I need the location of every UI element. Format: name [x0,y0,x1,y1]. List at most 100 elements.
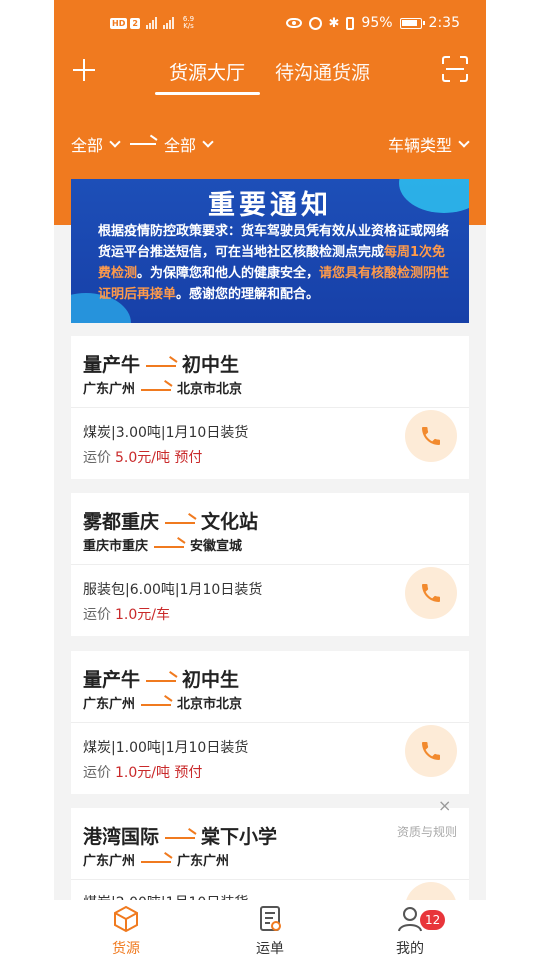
destination-city: 安徽宣城 [190,539,243,554]
nav-label: 货源 [112,941,140,957]
destination-filter-label: 全部 [164,136,197,155]
route-cities: 广东广州 北京市北京 [83,693,242,712]
scan-icon-corner [460,74,468,82]
route-main: 雾都重庆 文化站 [83,507,258,534]
origin-filter-label: 全部 [71,136,104,155]
origin-name: 雾都重庆 [83,511,160,533]
freight-label: 运价 [83,450,111,466]
box-icon [114,905,138,933]
origin-name: 量产牛 [83,354,141,376]
goods-info: 煤炭|3.00吨|1月10日装货 [83,425,249,441]
origin-name: 量产牛 [83,669,141,691]
goods-info: 煤炭|1.00吨|1月10日装货 [83,740,249,756]
destination-city: 广东广州 [177,854,230,869]
bluetooth-icon: ✱ [328,15,340,31]
scan-icon-corner [460,56,468,64]
status-right: ✱ 95% 2:35 [285,15,460,31]
cargo-card[interactable]: 量产牛 初中生 广东广州 北京市北京 煤炭|1.00吨|1月10日装货 运价 1.… [71,651,469,794]
close-icon[interactable]: × [438,796,451,815]
scan-icon-corner [442,74,450,82]
phone-icon [422,584,440,602]
destination-filter[interactable]: 全部 [164,132,214,156]
net-speed: 6.9 K/s [183,16,194,30]
eye-icon [285,18,302,28]
notification-badge: 12 [420,910,446,930]
arrow-icon [141,860,172,863]
goods-info: 服装包|6.00吨|1月10日装货 [83,582,263,598]
route-cities: 广东广州 北京市北京 [83,378,242,397]
route-cities: 广东广州 广东广州 [83,850,229,869]
net-speed-unit: K/s [183,22,194,30]
phone-icon [422,742,440,760]
origin-filter[interactable]: 全部 [71,132,121,156]
destination-city: 北京市北京 [177,697,243,712]
divider [71,407,469,408]
divider [71,722,469,723]
call-button[interactable] [405,410,457,462]
tab-pending-cargo[interactable]: 待沟通货源 [275,58,370,85]
notice-title: 重要通知 [208,190,332,221]
scan-icon [442,56,450,64]
arrow-icon [146,364,177,367]
bottom-nav: 货源 运单 12 我的 [54,900,486,960]
freight-price: 1.0元/车 [115,607,170,623]
call-button[interactable] [405,725,457,777]
divider [71,879,469,880]
cargo-card[interactable]: 雾都重庆 文化站 重庆市重庆 安徽宣城 服装包|6.00吨|1月10日装货 运价… [71,493,469,636]
destination-name: 文化站 [201,511,259,533]
freight-label: 运价 [83,765,111,781]
chevron-down-icon [202,136,214,148]
arrow-icon [146,679,177,682]
important-notice-banner[interactable]: 重要通知 根据疫情防控政策要求：货车驾驶员凭有效从业资格证或网络货运平台推送短信… [71,179,469,323]
filter-bar: 全部 全部 车辆类型 [54,128,486,158]
destination-city: 北京市北京 [177,382,243,397]
battery-icon [399,17,425,29]
vehicle-type-label: 车辆类型 [387,136,452,155]
clock: 2:35 [428,15,460,31]
freight-info: 运价 5.0元/吨 预付 [83,447,202,467]
hd-badge: HD [110,17,128,29]
destination-name: 初中生 [182,669,240,691]
call-button[interactable] [405,567,457,619]
destination-name: 棠下小学 [201,826,278,848]
arrow-icon [141,703,172,706]
origin-city: 广东广州 [83,697,136,712]
scan-button[interactable] [442,56,468,82]
vehicle-type-filter[interactable]: 车辆类型 [387,132,470,156]
arrow-icon [165,521,196,524]
cargo-card[interactable]: 量产牛 初中生 广东广州 北京市北京 煤炭|3.00吨|1月10日装货 运价 5.… [71,336,469,479]
status-bar: HD 2 6.9 K/s ✱ 95% 2:35 [54,10,486,40]
nav-label: 我的 [396,941,424,957]
status-left: HD 2 6.9 K/s [110,16,194,30]
signal-icon [145,17,157,29]
top-header: 货源大厅 待沟通货源 [54,46,486,96]
chevron-down-icon [458,136,470,148]
add-button[interactable] [72,58,96,82]
route-cities: 重庆市重庆 安徽宣城 [83,535,242,554]
battery-percent: 95% [361,15,393,31]
freight-label: 运价 [83,607,111,623]
route-arrow-icon [130,143,156,145]
tab-cargo-hall[interactable]: 货源大厅 [169,58,245,85]
chevron-down-icon [109,136,121,148]
alarm-icon [308,16,322,30]
active-tab-indicator [155,92,260,95]
notice-text: 。感谢您的理解和配合。 [176,287,320,302]
notice-text: 。为保障您和他人的健康安全， [137,266,320,281]
freight-info: 运价 1.0元/吨 预付 [83,762,202,782]
freight-price: 1.0元/吨 预付 [115,765,203,781]
qualification-rules-link[interactable]: 资质与规则 [397,823,457,840]
origin-city: 广东广州 [83,382,136,397]
origin-city: 重庆市重庆 [83,539,149,554]
arrow-icon [165,836,196,839]
route-main: 港湾国际 棠下小学 [83,822,277,849]
scan-icon-line [446,68,464,70]
freight-info: 运价 1.0元/车 [83,604,170,624]
route-main: 量产牛 初中生 [83,350,239,377]
phone-icon [422,427,440,445]
arrow-icon [141,388,172,391]
signal-icon-2 [162,17,174,29]
divider [71,564,469,565]
arrow-icon [154,545,185,548]
waybill-icon [260,906,281,931]
